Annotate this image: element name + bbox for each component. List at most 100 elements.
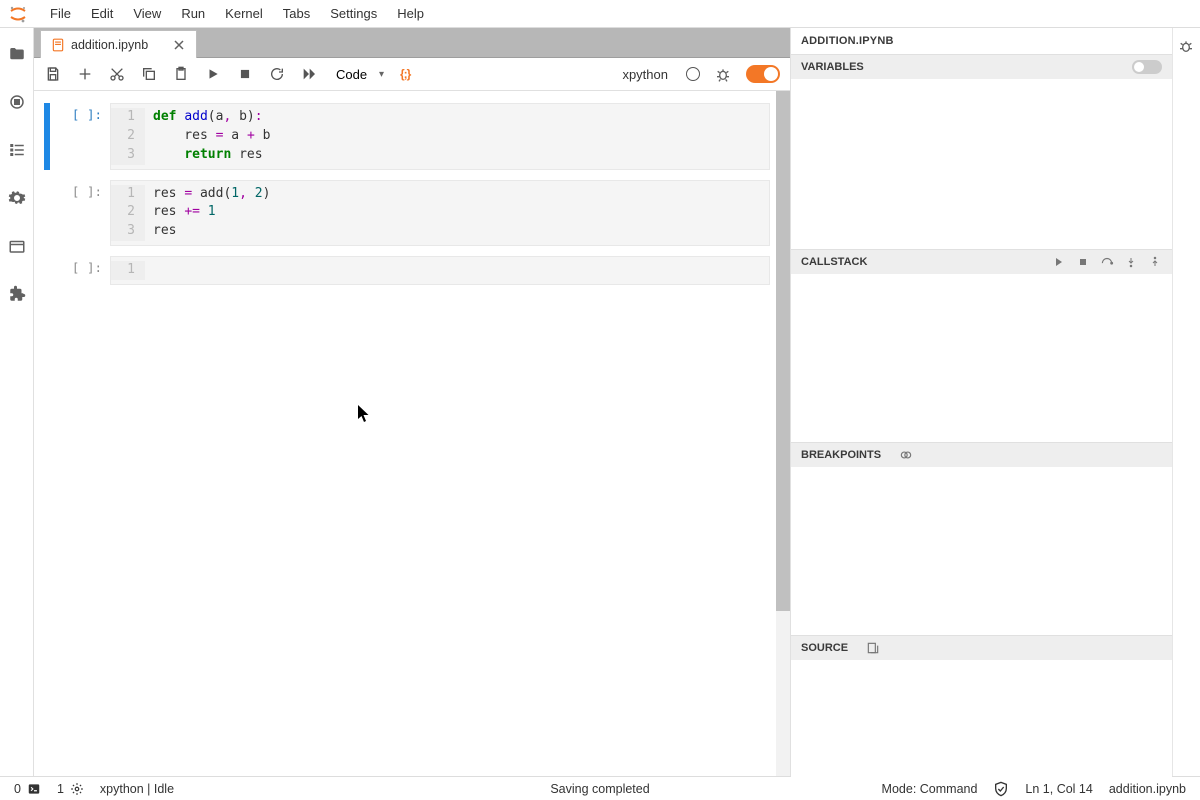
continue-icon[interactable] — [1052, 255, 1066, 269]
status-filename[interactable]: addition.ipynb — [1109, 782, 1186, 796]
line-number: 2 — [111, 203, 145, 222]
status-terminals-count: 0 — [14, 782, 21, 796]
extension-icon[interactable] — [7, 284, 27, 304]
cell-type-select[interactable]: Code — [332, 65, 386, 84]
menu-kernel[interactable]: Kernel — [215, 2, 273, 25]
left-sidebar — [0, 28, 34, 776]
variables-header-label: VARIABLES — [801, 61, 864, 73]
code-cell[interactable]: [ ]:1def add(a, b):2 res = a + b3 return… — [44, 103, 770, 170]
status-mode: Mode: Command — [882, 782, 978, 796]
code-line[interactable]: res += 1 — [145, 203, 216, 222]
variables-body — [791, 79, 1172, 249]
scrollbar[interactable] — [776, 91, 790, 776]
restart-icon[interactable] — [268, 65, 286, 83]
running-icon[interactable] — [7, 92, 27, 112]
kernel-status-icon[interactable] — [686, 67, 700, 81]
run-all-icon[interactable] — [300, 65, 318, 83]
source-open-icon[interactable] — [866, 641, 880, 655]
save-icon[interactable] — [44, 65, 62, 83]
line-number: 3 — [111, 222, 145, 241]
code-editor[interactable]: 1 — [110, 256, 770, 285]
debugger-toggle[interactable] — [746, 65, 780, 83]
breakpoints-header-label: BREAKPOINTS — [801, 449, 881, 461]
main-area: addition.ipynb Code {;} xpython — [34, 28, 790, 776]
tab-notebook[interactable]: addition.ipynb — [40, 30, 197, 58]
tabs-icon[interactable] — [7, 236, 27, 256]
status-kernels[interactable]: 1 — [57, 782, 84, 796]
callstack-body — [791, 274, 1172, 442]
pause-icon[interactable] — [1076, 255, 1090, 269]
folder-icon[interactable] — [7, 44, 27, 64]
cut-icon[interactable] — [108, 65, 126, 83]
step-out-icon[interactable] — [1148, 255, 1162, 269]
render-icon[interactable]: {;} — [400, 67, 410, 81]
source-body — [791, 660, 1172, 800]
code-line[interactable]: return res — [145, 146, 263, 165]
source-section: SOURCE — [791, 635, 1172, 800]
line-number: 1 — [111, 108, 145, 127]
code-cell[interactable]: [ ]:1 — [44, 256, 770, 285]
cell-prompt: [ ]: — [50, 103, 110, 170]
run-icon[interactable] — [204, 65, 222, 83]
code-cell[interactable]: [ ]:1res = add(1, 2)2res += 13res — [44, 180, 770, 247]
step-over-icon[interactable] — [1100, 255, 1114, 269]
notebook-toolbar: Code {;} xpython — [34, 58, 790, 91]
paste-icon[interactable] — [172, 65, 190, 83]
right-panel: ADDITION.IPYNB VARIABLES CALLSTACK — [790, 28, 1200, 776]
debugger-sidebar-icon[interactable] — [1178, 38, 1196, 56]
cell-prompt: [ ]: — [50, 180, 110, 247]
kernel-name-label[interactable]: xpython — [622, 67, 668, 82]
menu-tabs[interactable]: Tabs — [273, 2, 320, 25]
code-line[interactable]: def add(a, b): — [145, 108, 263, 127]
cell-prompt: [ ]: — [50, 256, 110, 285]
source-header-label: SOURCE — [801, 642, 848, 654]
breakpoints-clear-icon[interactable] — [899, 448, 913, 462]
variables-toggle[interactable] — [1132, 60, 1162, 74]
status-cursor-pos: Ln 1, Col 14 — [1025, 782, 1092, 796]
variables-section: VARIABLES — [791, 54, 1172, 249]
settings-gear-icon[interactable] — [7, 188, 27, 208]
code-line[interactable]: res = a + b — [145, 127, 270, 146]
line-number: 3 — [111, 146, 145, 165]
debugger-file-label: ADDITION.IPYNB — [791, 28, 1172, 54]
line-number: 1 — [111, 261, 145, 280]
tab-bar: addition.ipynb — [34, 28, 790, 58]
add-cell-icon[interactable] — [76, 65, 94, 83]
right-sidebar — [1172, 28, 1200, 776]
jupyter-logo-icon — [8, 4, 28, 24]
code-line[interactable]: res — [145, 222, 176, 241]
line-number: 2 — [111, 127, 145, 146]
breakpoints-section: BREAKPOINTS — [791, 442, 1172, 635]
breakpoints-body — [791, 467, 1172, 635]
callstack-section: CALLSTACK — [791, 249, 1172, 442]
code-editor[interactable]: 1res = add(1, 2)2res += 13res — [110, 180, 770, 247]
menu-help[interactable]: Help — [387, 2, 434, 25]
status-kernels-count: 1 — [57, 782, 64, 796]
menu-run[interactable]: Run — [171, 2, 215, 25]
stop-icon[interactable] — [236, 65, 254, 83]
code-line[interactable] — [145, 261, 153, 280]
status-kernel-name[interactable]: xpython | Idle — [100, 782, 174, 796]
menu-edit[interactable]: Edit — [81, 2, 123, 25]
cell-type-dropdown[interactable]: Code — [332, 65, 386, 84]
status-terminals[interactable]: 0 — [14, 782, 41, 796]
code-editor[interactable]: 1def add(a, b):2 res = a + b3 return res — [110, 103, 770, 170]
line-number: 1 — [111, 185, 145, 204]
close-icon[interactable] — [172, 38, 186, 52]
menubar: File Edit View Run Kernel Tabs Settings … — [0, 0, 1200, 28]
callstack-header-label: CALLSTACK — [801, 256, 867, 268]
notebook-body[interactable]: [ ]:1def add(a, b):2 res = a + b3 return… — [34, 91, 790, 776]
status-trusted-icon[interactable] — [993, 781, 1009, 797]
menu-file[interactable]: File — [40, 2, 81, 25]
code-line[interactable]: res = add(1, 2) — [145, 185, 270, 204]
menu-settings[interactable]: Settings — [320, 2, 387, 25]
debugger-panel: ADDITION.IPYNB VARIABLES CALLSTACK — [790, 28, 1172, 776]
copy-icon[interactable] — [140, 65, 158, 83]
toc-icon[interactable] — [7, 140, 27, 160]
step-in-icon[interactable] — [1124, 255, 1138, 269]
bug-icon[interactable] — [714, 65, 732, 83]
menu-view[interactable]: View — [123, 2, 171, 25]
notebook-icon — [51, 38, 65, 52]
tab-title: addition.ipynb — [71, 38, 148, 52]
status-message: Saving completed — [550, 782, 649, 796]
